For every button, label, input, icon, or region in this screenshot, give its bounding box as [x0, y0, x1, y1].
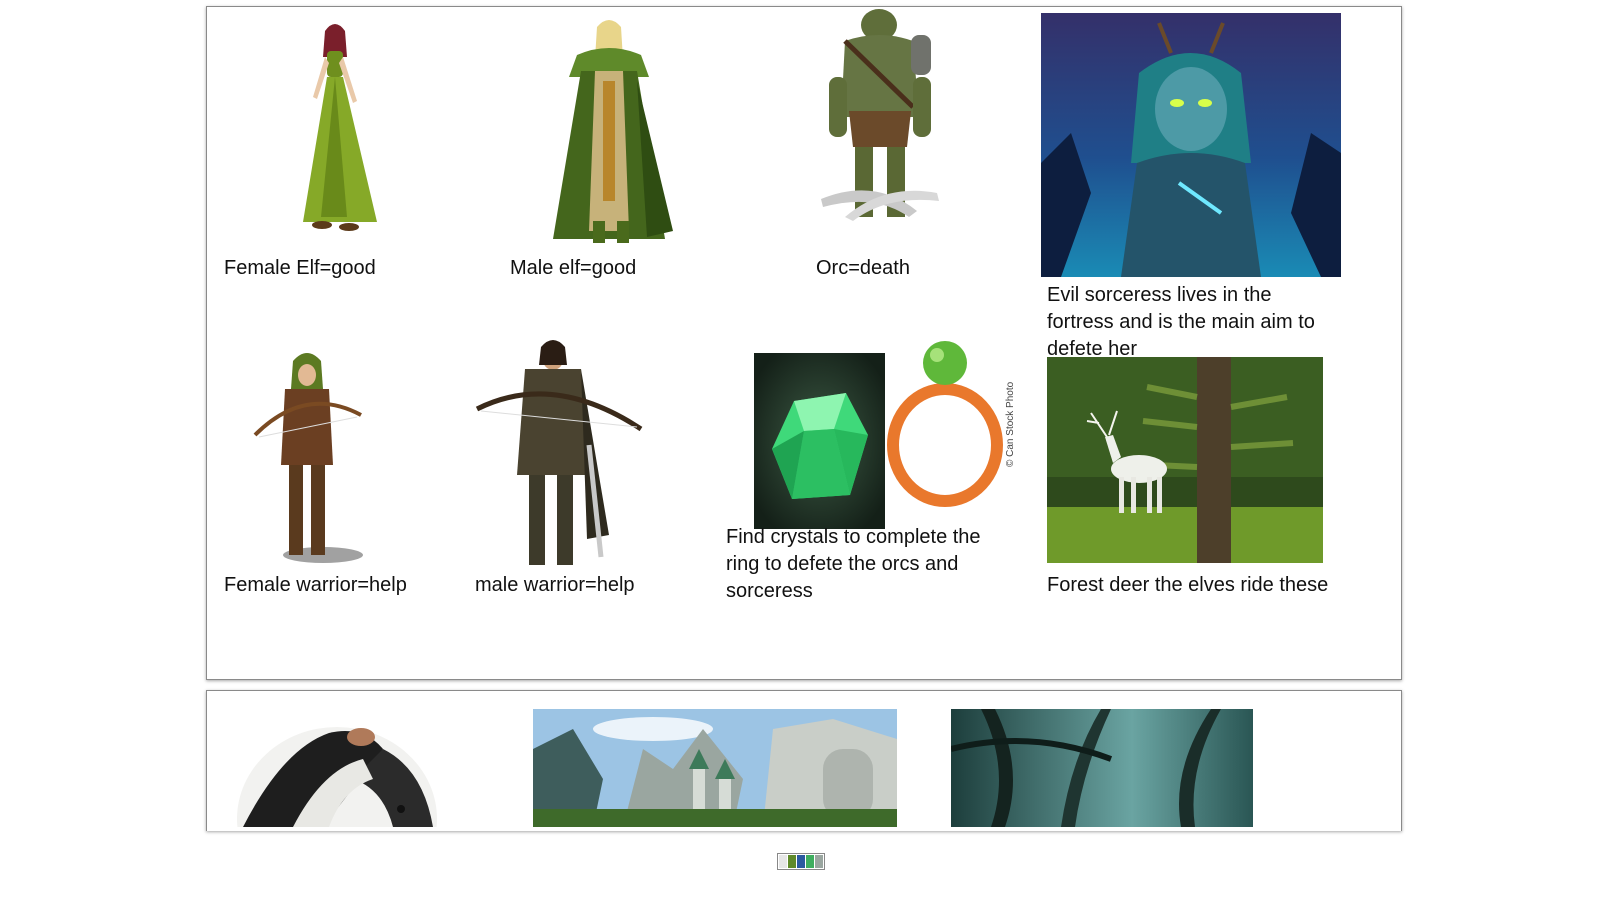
can-stock-watermark: © Can Stock Photo: [1005, 381, 1016, 467]
crystal-image: [754, 353, 885, 529]
male-elf-image: [537, 11, 682, 247]
orc-image: [815, 7, 945, 233]
slide-1[interactable]: Female Elf=good Male elf=good Orc=death …: [206, 6, 1402, 680]
forest-deer-image: [1047, 357, 1323, 563]
badger-image: [233, 709, 439, 827]
slide-2[interactable]: [206, 690, 1402, 831]
misty-forest-image: [951, 709, 1253, 827]
female-warrior-caption: Female warrior=help: [224, 574, 407, 596]
crystals-caption: Find crystals to complete the ring to de…: [726, 526, 981, 602]
orc-caption: Orc=death: [816, 257, 910, 279]
male-warrior-image: [469, 325, 649, 581]
female-warrior-image: [235, 345, 383, 577]
sorceress-image: [1041, 13, 1341, 277]
elven-city-image: [533, 709, 897, 827]
male-warrior-caption: male warrior=help: [475, 574, 635, 596]
female-elf-caption: Female Elf=good: [224, 257, 376, 279]
male-elf-caption: Male elf=good: [510, 257, 637, 279]
slide-thumbnail-strip[interactable]: [777, 853, 825, 870]
deer-caption: Forest deer the elves ride these: [1047, 574, 1329, 596]
ring-image: © Can Stock Photo: [887, 337, 1023, 507]
sorceress-caption: Evil sorceress lives in the fortress and…: [1047, 284, 1315, 360]
female-elf-image: [277, 17, 397, 237]
